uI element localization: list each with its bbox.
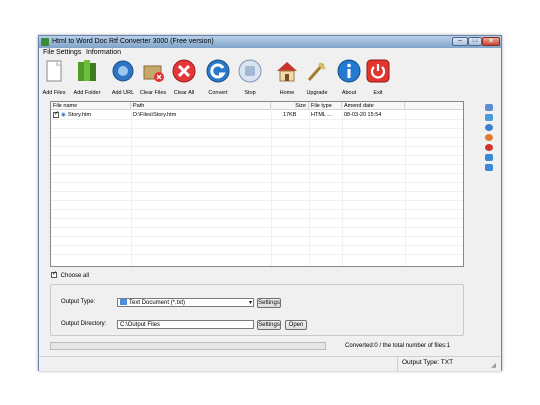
- move-up-icon[interactable]: [485, 154, 493, 161]
- output-type-settings-button[interactable]: Settings: [257, 298, 281, 308]
- col-path[interactable]: Path: [131, 102, 271, 110]
- output-type-value: Text Document (*.txt): [129, 300, 186, 306]
- about-icon: [337, 59, 361, 83]
- list-view-icon[interactable]: [485, 104, 493, 111]
- clear-files-icon: [143, 65, 164, 82]
- converted-status: Converted:0 / the total number of files:…: [345, 343, 451, 349]
- menu-settings[interactable]: Settings: [56, 49, 81, 56]
- col-size[interactable]: Size: [271, 102, 309, 110]
- row-type: HTML ...: [311, 112, 332, 118]
- chevron-down-icon: ▾: [248, 300, 252, 306]
- output-settings-panel: Output Type: Text Document (*.txt) ▾ Set…: [50, 284, 464, 336]
- output-type-select[interactable]: Text Document (*.txt) ▾: [117, 298, 254, 307]
- choose-all-label: Choose all: [60, 272, 90, 279]
- add-files-button[interactable]: Add Files: [42, 59, 66, 96]
- col-amend-date[interactable]: Amend date: [342, 102, 405, 110]
- remove-icon[interactable]: [485, 144, 493, 151]
- open-button[interactable]: Open: [285, 320, 307, 330]
- add-folder-button[interactable]: Add Folder: [74, 59, 100, 96]
- close-icon: ✕: [488, 38, 494, 45]
- row-checkbox[interactable]: [53, 110, 59, 119]
- upgrade-button[interactable]: Upgrade: [305, 59, 329, 96]
- minimize-icon: –: [458, 37, 462, 44]
- checkbox-icon: [51, 270, 57, 278]
- output-dir-settings-button[interactable]: Settings: [257, 320, 281, 330]
- home-button[interactable]: Home: [275, 59, 299, 96]
- text-doc-icon: [120, 299, 127, 306]
- output-dir-input[interactable]: C:\Output Files: [117, 320, 254, 329]
- close-button[interactable]: ✕: [482, 37, 500, 46]
- file-list[interactable]: File name Path Size File type Amend date…: [50, 101, 464, 267]
- output-type-status: Output Type: TXT: [402, 359, 454, 366]
- output-dir-label: Output Directory:: [61, 321, 107, 327]
- col-spacer: [405, 102, 463, 110]
- resize-grip-icon[interactable]: ◢: [491, 361, 496, 369]
- stop-button[interactable]: Stop: [238, 59, 262, 96]
- table-row[interactable]: ◉ Story.htm D:\Files\Story.htm 17KB HTML…: [51, 110, 463, 119]
- clear-files-button[interactable]: Clear Files: [140, 59, 166, 96]
- choose-all-checkbox[interactable]: Choose all: [51, 270, 90, 279]
- stop-icon: [238, 59, 262, 83]
- convert-icon: [206, 59, 230, 83]
- output-type-label: Output Type:: [61, 299, 96, 305]
- html-file-icon: ◉: [61, 112, 66, 118]
- app-window: Html to Word Doc Rtf Converter 3000 (Fre…: [38, 35, 502, 371]
- add-url-button[interactable]: Add URL: [111, 59, 135, 96]
- menu-bar: File Settings Information: [39, 48, 501, 57]
- add-files-icon: [46, 60, 62, 82]
- maximize-button[interactable]: □: [468, 37, 482, 46]
- home-icon: [277, 62, 297, 82]
- progress-bar: [50, 342, 326, 350]
- side-toolbar: [483, 104, 495, 174]
- title-bar[interactable]: Html to Word Doc Rtf Converter 3000 (Fre…: [39, 36, 501, 48]
- maximize-icon: □: [472, 37, 478, 44]
- row-path: D:\Files\Story.htm: [133, 112, 177, 118]
- add-folder-icon: [78, 60, 96, 81]
- menu-information[interactable]: Information: [86, 49, 121, 56]
- row-size: 17KB: [283, 112, 297, 118]
- add-url-icon: [112, 60, 134, 82]
- status-bar: Output Type: TXT ◢: [39, 356, 501, 371]
- row-file-name: Story.htm: [68, 112, 92, 118]
- col-file-type[interactable]: File type: [309, 102, 342, 110]
- clear-all-icon: [172, 59, 196, 83]
- exit-icon: [366, 59, 390, 83]
- web-icon[interactable]: [485, 124, 493, 131]
- refresh-icon[interactable]: [485, 134, 493, 141]
- exit-button[interactable]: Exit: [366, 59, 390, 96]
- move-down-icon[interactable]: [485, 164, 493, 171]
- row-date: 08-03-20 15:54: [344, 112, 382, 118]
- col-file-name[interactable]: File name: [51, 102, 131, 110]
- exit-label: Exit: [373, 90, 383, 96]
- clear-all-button[interactable]: Clear All: [172, 59, 196, 96]
- window-title: Html to Word Doc Rtf Converter 3000 (Fre…: [52, 38, 214, 45]
- minimize-button[interactable]: –: [452, 37, 468, 46]
- upgrade-icon: [307, 62, 326, 81]
- toolbar: Add Files Add Folder Add URL Clear Files…: [39, 57, 501, 101]
- convert-button[interactable]: Convert: [206, 59, 230, 96]
- menu-file[interactable]: File: [43, 49, 54, 56]
- folder-view-icon[interactable]: [485, 114, 493, 121]
- app-icon: [41, 38, 49, 46]
- about-button[interactable]: About: [337, 59, 361, 96]
